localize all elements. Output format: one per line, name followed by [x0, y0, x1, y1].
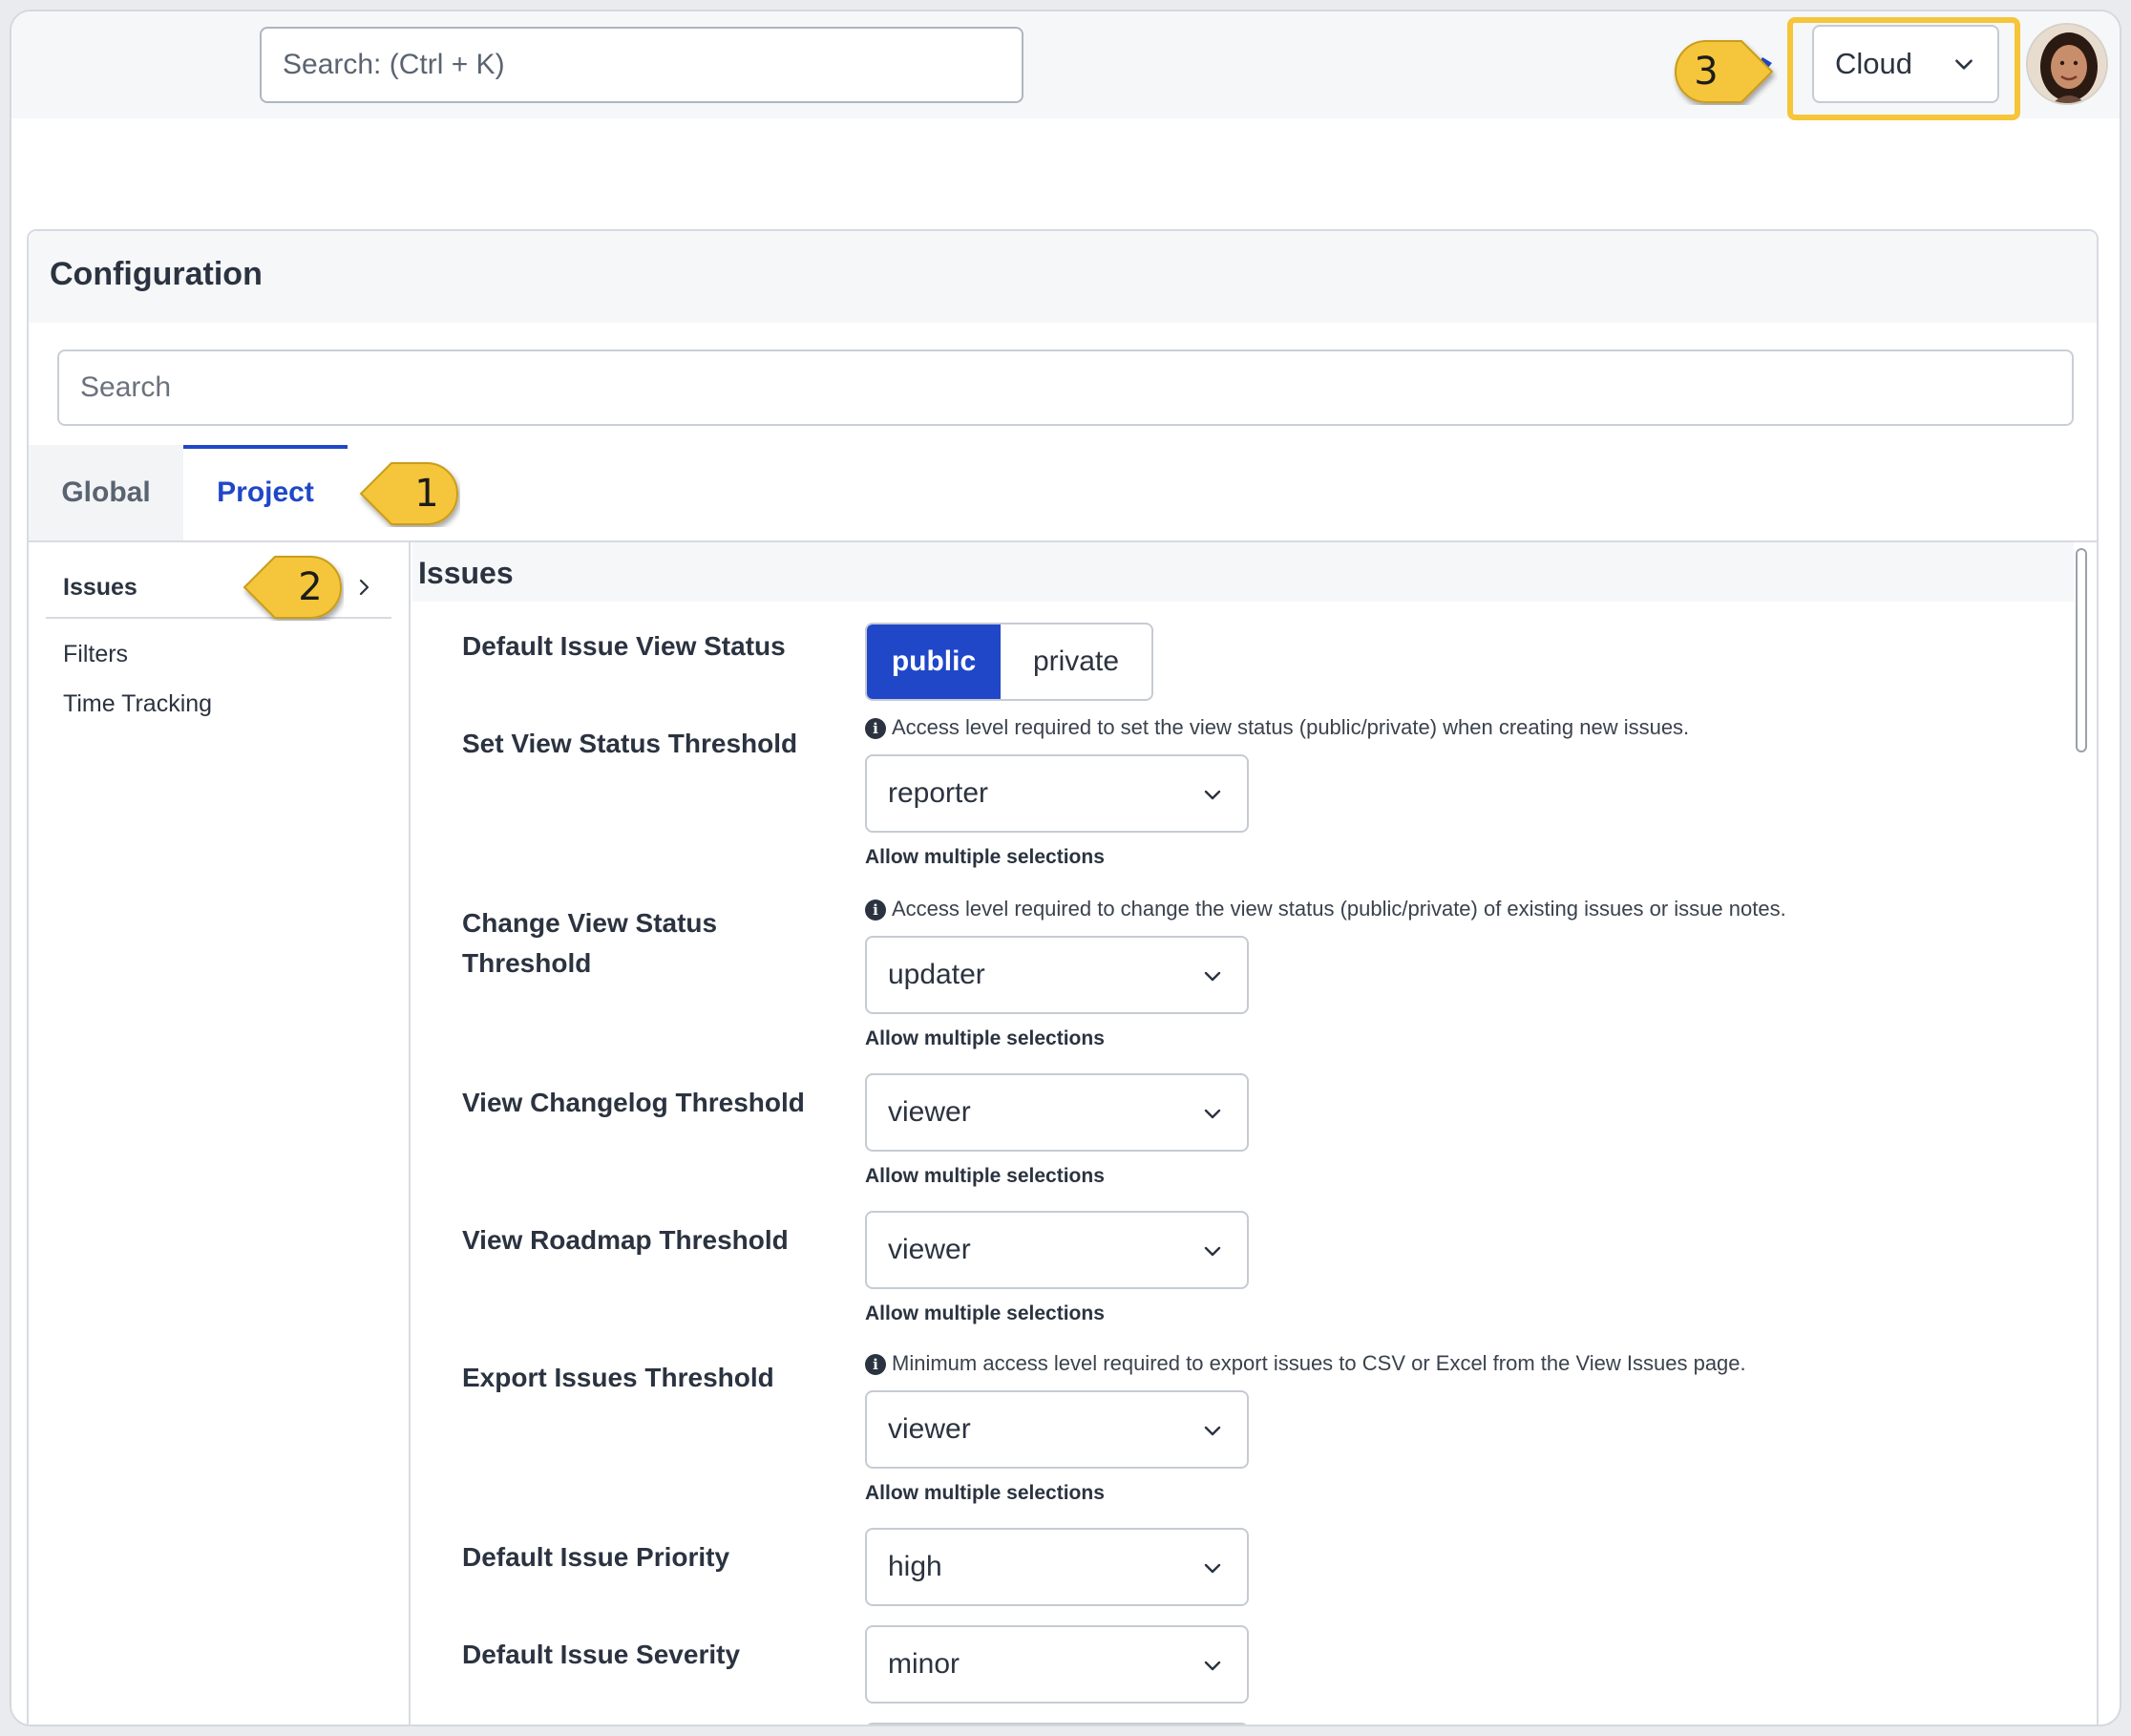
configuration-search-input[interactable]: Search — [57, 349, 2074, 426]
default-priority-select[interactable]: high — [865, 1528, 1249, 1606]
scrollbar[interactable] — [2076, 548, 2087, 752]
allow-multiple-note: Allow multiple selections — [865, 1302, 1105, 1324]
view-status-public-option[interactable]: public — [867, 625, 1001, 699]
export-issues-hint: i Minimum access level required to export… — [865, 1350, 1746, 1377]
top-bar: Search: (Ctrl + K) 3 Cloud — [11, 11, 2120, 120]
default-view-status-label: Default Issue View Status — [462, 631, 786, 661]
view-changelog-label: View Changelog Threshold — [462, 1088, 805, 1117]
chevron-down-icon — [1204, 971, 1221, 982]
callout-number: 2 — [298, 565, 323, 609]
change-view-status-hint: i Access level required to change the vie… — [865, 896, 1786, 922]
callout-number: 1 — [414, 472, 439, 516]
default-severity-select[interactable]: minor — [865, 1625, 1249, 1704]
callout-3: 3 — [1673, 38, 1778, 105]
select-value: minor — [888, 1648, 960, 1680]
set-view-status-label: Set View Status Threshold — [462, 729, 798, 758]
page-title: Configuration — [50, 256, 263, 292]
chevron-down-icon — [1204, 790, 1221, 800]
select-value: viewer — [888, 1096, 971, 1128]
view-status-toggle: public private — [865, 623, 1153, 701]
allow-multiple-note: Allow multiple selections — [865, 1482, 1105, 1504]
chevron-down-icon — [1204, 1246, 1221, 1257]
change-view-status-label: Change View Status Threshold — [462, 908, 718, 978]
tab-global[interactable]: Global — [29, 445, 183, 540]
select-value: reporter — [888, 777, 989, 809]
export-issues-label: Export Issues Threshold — [462, 1363, 774, 1392]
view-roadmap-label: View Roadmap Threshold — [462, 1225, 789, 1255]
view-changelog-select[interactable]: viewer — [865, 1073, 1249, 1152]
select-value: viewer — [888, 1234, 971, 1265]
sidebar-item-label: Issues — [63, 574, 137, 601]
issues-settings: Issues Default Issue View Status public … — [412, 542, 2097, 1725]
export-issues-select[interactable]: viewer — [865, 1390, 1249, 1469]
allow-multiple-note: Allow multiple selections — [865, 1027, 1105, 1049]
set-view-status-hint: i Access level required to set the view s… — [865, 714, 1689, 741]
tab-project[interactable]: Project — [183, 445, 348, 540]
avatar-image-icon — [2028, 25, 2106, 103]
chevron-down-icon — [1204, 1109, 1221, 1119]
configuration-header: Configuration — [29, 231, 2097, 323]
view-status-private-option[interactable]: private — [1001, 625, 1151, 699]
section-title: Issues — [418, 556, 514, 590]
sidebar-item-label: Time Tracking — [63, 690, 213, 717]
sidebar: Issues 2 Filters Time Tracking — [29, 542, 411, 1725]
chevron-right-icon — [359, 579, 369, 596]
global-search-input[interactable]: Search: (Ctrl + K) — [260, 27, 1023, 103]
sidebar-item-time-tracking[interactable]: Time Tracking — [46, 680, 391, 728]
set-view-status-select[interactable]: reporter — [865, 754, 1249, 833]
chevron-down-icon — [1204, 1426, 1221, 1436]
next-select-partial[interactable] — [865, 1723, 1249, 1725]
callout-1: 1 — [355, 460, 460, 527]
sidebar-item-filters[interactable]: Filters — [46, 630, 391, 678]
default-severity-label: Default Issue Severity — [462, 1640, 741, 1669]
app-window: Search: (Ctrl + K) 3 Cloud Configuration… — [10, 10, 2121, 1726]
allow-multiple-note: Allow multiple selections — [865, 846, 1105, 868]
view-roadmap-select[interactable]: viewer — [865, 1211, 1249, 1289]
select-value: updater — [888, 959, 985, 990]
info-icon: i — [865, 900, 886, 921]
section-header: Issues — [412, 542, 2074, 602]
project-select[interactable]: Cloud — [1812, 25, 1999, 103]
chevron-down-icon — [1204, 1661, 1221, 1671]
project-select-value: Cloud — [1835, 47, 1912, 80]
chevron-down-icon — [1204, 1563, 1221, 1574]
default-priority-label: Default Issue Priority — [462, 1542, 730, 1572]
info-icon: i — [865, 1354, 886, 1375]
callout-2: 2 — [239, 554, 344, 621]
configuration-panel: Configuration Search Global Project 1 Is… — [27, 229, 2099, 1725]
callout-number: 3 — [1694, 50, 1719, 94]
user-avatar[interactable] — [2026, 23, 2108, 105]
select-value: high — [888, 1551, 942, 1582]
tab-bar: Global Project 1 — [29, 445, 2097, 542]
allow-multiple-note: Allow multiple selections — [865, 1165, 1105, 1187]
sidebar-item-label: Filters — [63, 641, 129, 667]
select-value: viewer — [888, 1413, 971, 1445]
chevron-down-icon — [1955, 59, 1973, 70]
change-view-status-select[interactable]: updater — [865, 936, 1249, 1014]
info-icon: i — [865, 718, 886, 739]
